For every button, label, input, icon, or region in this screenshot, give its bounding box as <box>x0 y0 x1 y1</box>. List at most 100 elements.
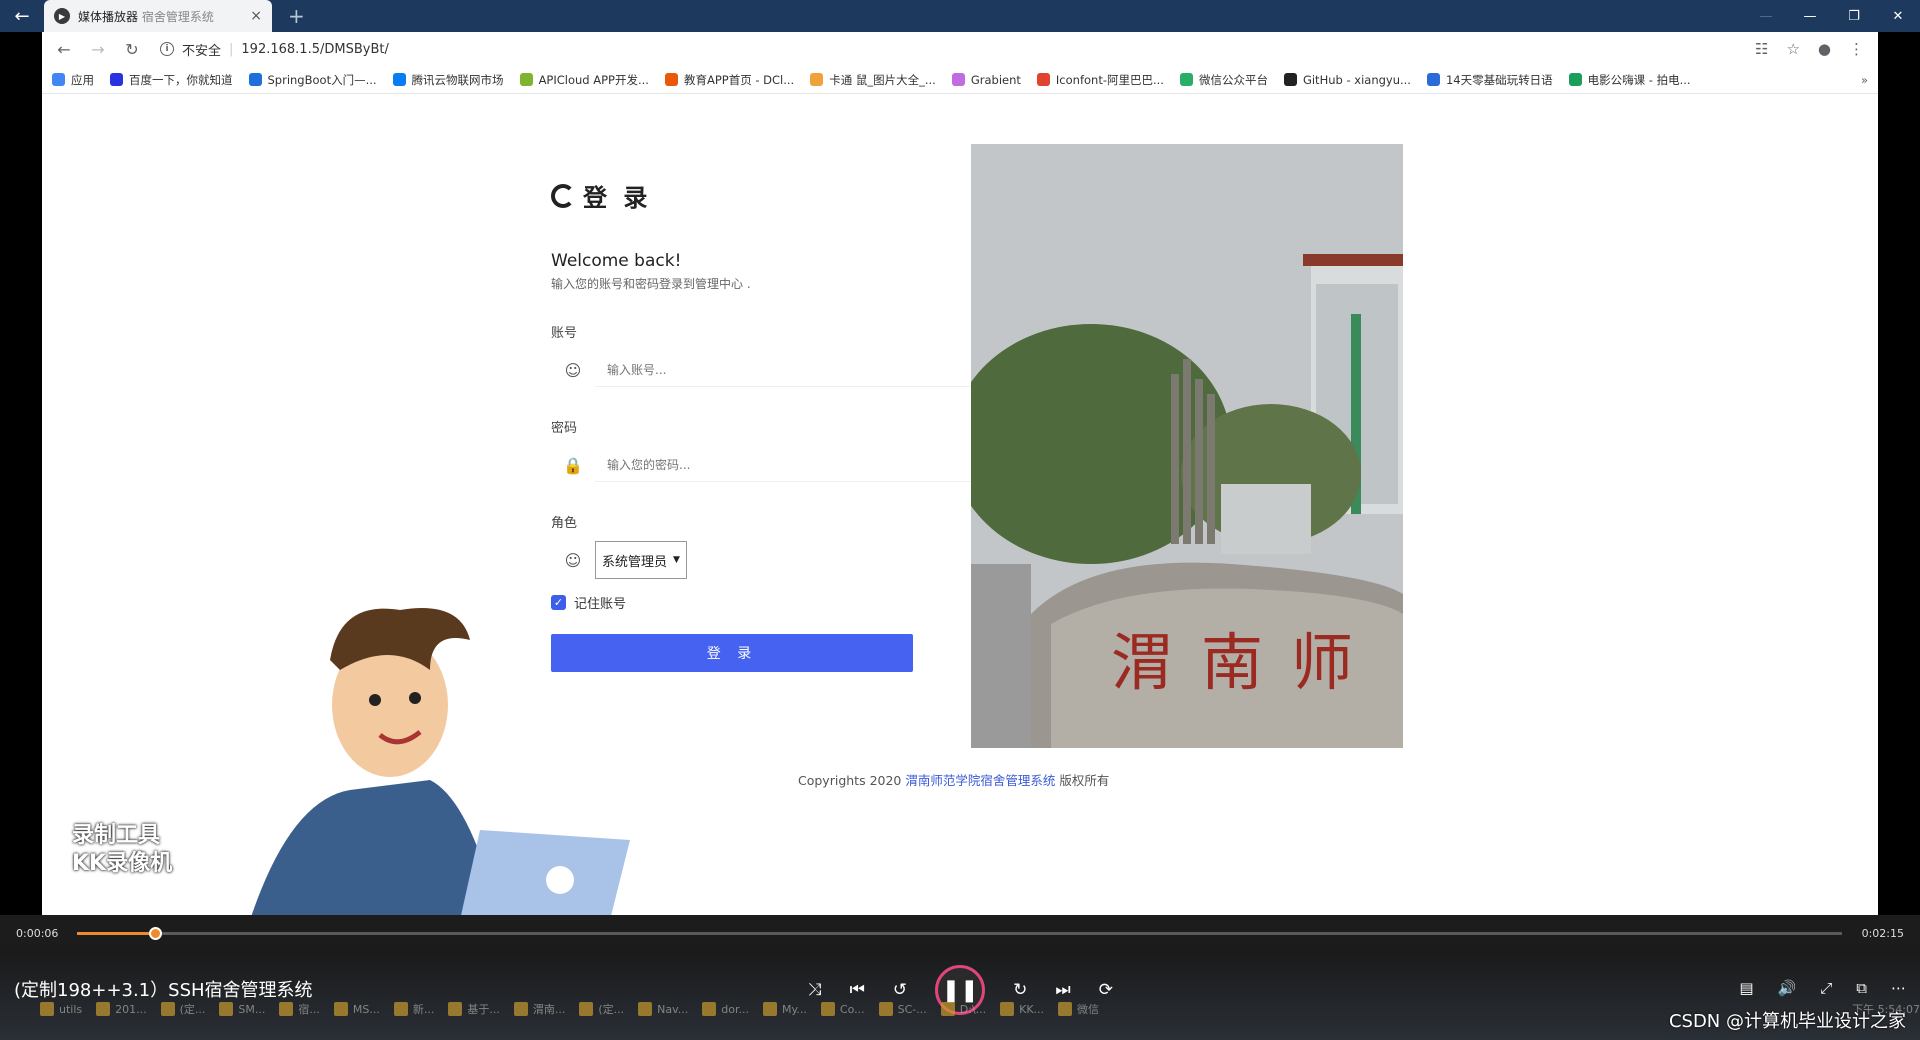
subtitles-icon[interactable]: ▤ <box>1739 979 1753 997</box>
taskbar-app-icon <box>579 1002 594 1016</box>
profile-icon[interactable]: ● <box>1818 40 1831 58</box>
taskbar-item[interactable]: 201... <box>96 1002 147 1016</box>
seek-progress <box>77 932 156 935</box>
cartoon-presenter <box>250 608 630 920</box>
bookmark-item[interactable]: 应用 <box>52 72 94 88</box>
bookmark-item[interactable]: 微信公众平台 <box>1179 72 1268 88</box>
bookmark-item[interactable]: 卡通 鼠_图片大全_... <box>810 72 936 88</box>
bookmark-item[interactable]: 百度一下，你就知道 <box>110 72 233 88</box>
close-icon[interactable]: ✕ <box>1876 0 1920 32</box>
star-icon[interactable]: ☆ <box>1786 40 1799 58</box>
pin-icon[interactable]: — <box>1744 0 1788 32</box>
bookmark-label: 微信公众平台 <box>1198 72 1268 87</box>
volume-icon[interactable]: 🔊 <box>1778 979 1797 997</box>
address-separator: | <box>229 41 234 57</box>
password-input[interactable] <box>595 448 981 482</box>
taskbar-item[interactable]: MS... <box>333 1002 380 1016</box>
taskbar-app-icon <box>96 1002 111 1016</box>
role-field: ☺ 系统管理员 ▼ <box>551 541 981 579</box>
url-text[interactable]: 192.168.1.5/DMSByBt/ <box>241 42 388 57</box>
bookmark-label: Grabient <box>970 72 1021 87</box>
player-controls: (定制198++3.1）SSH宿舍管理系统 ⤨ ⏮ ↺ ❚❚ ↻ ⏭ ⟳ ▤ 🔊… <box>0 951 1920 1040</box>
bookmark-item[interactable]: 腾讯云物联网市场 <box>392 72 504 88</box>
taskbar-item[interactable]: (定... <box>579 1001 624 1017</box>
new-tab-icon[interactable]: + <box>288 4 305 28</box>
taskbar-label: 新... <box>412 1003 435 1016</box>
taskbar-label: utils <box>59 1002 83 1016</box>
taskbar-item[interactable]: 宿... <box>279 1001 320 1017</box>
bookmark-favicon-icon <box>248 73 262 86</box>
bookmark-favicon-icon <box>1426 73 1440 86</box>
taskbar-item[interactable]: 微信 <box>1058 1001 1099 1017</box>
back-arrow-icon[interactable]: ← <box>0 0 44 32</box>
close-tab-icon[interactable]: × <box>250 8 262 24</box>
toolbar-icons: ☷ ☆ ● ⋮ <box>1755 40 1870 58</box>
taskbar-item[interactable]: (定... <box>160 1001 206 1017</box>
taskbar-label: MS... <box>352 1002 380 1016</box>
taskbar-label: SM... <box>238 1002 266 1016</box>
translate-icon[interactable]: ☷ <box>1755 40 1768 58</box>
taskbar-app-icon <box>279 1002 294 1016</box>
taskbar-item[interactable]: D:\... <box>940 1002 987 1016</box>
taskbar-label: (定... <box>179 1003 206 1016</box>
taskbar-label: 宿... <box>298 1003 320 1016</box>
taskbar-item[interactable]: 基于... <box>448 1001 500 1017</box>
taskbar-label: D:\... <box>959 1002 987 1016</box>
seek-handle[interactable] <box>149 927 163 940</box>
address-bar[interactable]: i 不安全 | 192.168.1.5/DMSByBt/ <box>152 36 1749 62</box>
taskbar-item[interactable]: Co... <box>820 1002 865 1016</box>
taskbar-item[interactable]: KK... <box>1000 1002 1044 1016</box>
copyright-suffix: 版权所有 <box>1059 773 1110 788</box>
taskbar-item[interactable]: 新... <box>393 1001 435 1017</box>
info-icon[interactable]: i <box>160 42 174 56</box>
reload-icon[interactable]: ↻ <box>118 35 146 63</box>
taskbar-item[interactable]: SC-... <box>878 1002 927 1016</box>
player-options: ▤ 🔊 ⤢ ⧉ ⋯ <box>1739 979 1906 997</box>
taskbar-item[interactable]: Nav... <box>638 1002 688 1016</box>
copyright-link[interactable]: 渭南师范学院宿舍管理系统 <box>905 773 1055 788</box>
menu-icon[interactable]: ⋮ <box>1849 40 1864 58</box>
bookmark-label: 应用 <box>71 72 94 87</box>
bookmark-item[interactable]: GitHub - xiangyu... <box>1283 73 1411 87</box>
restore-icon[interactable]: ❐ <box>1832 0 1876 32</box>
bookmark-favicon-icon <box>664 73 678 86</box>
bookmarks-overflow-icon[interactable]: » <box>1861 73 1868 87</box>
fullscreen-icon[interactable]: ⤢ <box>1820 979 1832 997</box>
bookmark-label: 腾讯云物联网市场 <box>411 72 504 87</box>
bookmark-label: SpringBoot入门—... <box>267 72 377 87</box>
welcome-heading: Welcome back! <box>551 251 682 271</box>
bookmark-label: 百度一下，你就知道 <box>129 72 233 87</box>
logo-icon <box>551 183 575 208</box>
taskbar-item[interactable]: dor... <box>702 1002 749 1016</box>
taskbar-item[interactable]: utils <box>40 1002 82 1016</box>
more-options-icon[interactable]: ⋯ <box>1891 979 1906 997</box>
forward-icon[interactable]: → <box>84 35 112 63</box>
taskbar-item[interactable]: 渭南... <box>513 1001 565 1017</box>
bookmark-item[interactable]: 14天零基础玩转日语 <box>1426 72 1553 88</box>
bookmark-item[interactable]: 电影公嗨课 - 拍电... <box>1568 72 1691 88</box>
total-time: 0:02:15 <box>1861 927 1904 940</box>
bookmark-item[interactable]: 教育APP首页 - DCl... <box>664 72 794 88</box>
campus-photo: 渭南师 <box>971 144 1403 748</box>
bookmark-label: 卡通 鼠_图片大全_... <box>829 72 936 87</box>
taskbar-label: (定... <box>598 1003 625 1016</box>
bookmark-item[interactable]: Grabient <box>951 72 1021 87</box>
account-label: 账号 <box>551 326 578 341</box>
taskbar-item[interactable]: My... <box>762 1002 807 1016</box>
bookmark-favicon-icon <box>951 73 965 86</box>
login-panel: 登 录 Welcome back! 输入您的账号和密码登录到管理中心 . 账号 … <box>551 178 981 672</box>
account-input[interactable] <box>595 353 981 387</box>
minimize-icon[interactable]: — <box>1788 0 1832 32</box>
mini-view-icon[interactable]: ⧉ <box>1856 979 1867 997</box>
seek-bar[interactable] <box>77 927 1842 940</box>
bookmark-item[interactable]: Iconfont-阿里巴巴... <box>1036 72 1164 88</box>
role-select[interactable]: 系统管理员 ▼ <box>595 541 687 579</box>
lock-icon: 🔒 <box>563 455 583 475</box>
bookmark-item[interactable]: APICloud APP开发... <box>519 72 649 88</box>
back-icon[interactable]: ← <box>50 35 78 63</box>
player-tab[interactable]: ▶ 媒体播放器 宿舍管理系统 × <box>44 0 272 32</box>
bookmark-favicon-icon <box>1568 73 1582 86</box>
taskbar-label: SC-... <box>897 1002 927 1016</box>
taskbar-item[interactable]: SM... <box>219 1002 265 1016</box>
bookmark-item[interactable]: SpringBoot入门—... <box>248 72 377 88</box>
